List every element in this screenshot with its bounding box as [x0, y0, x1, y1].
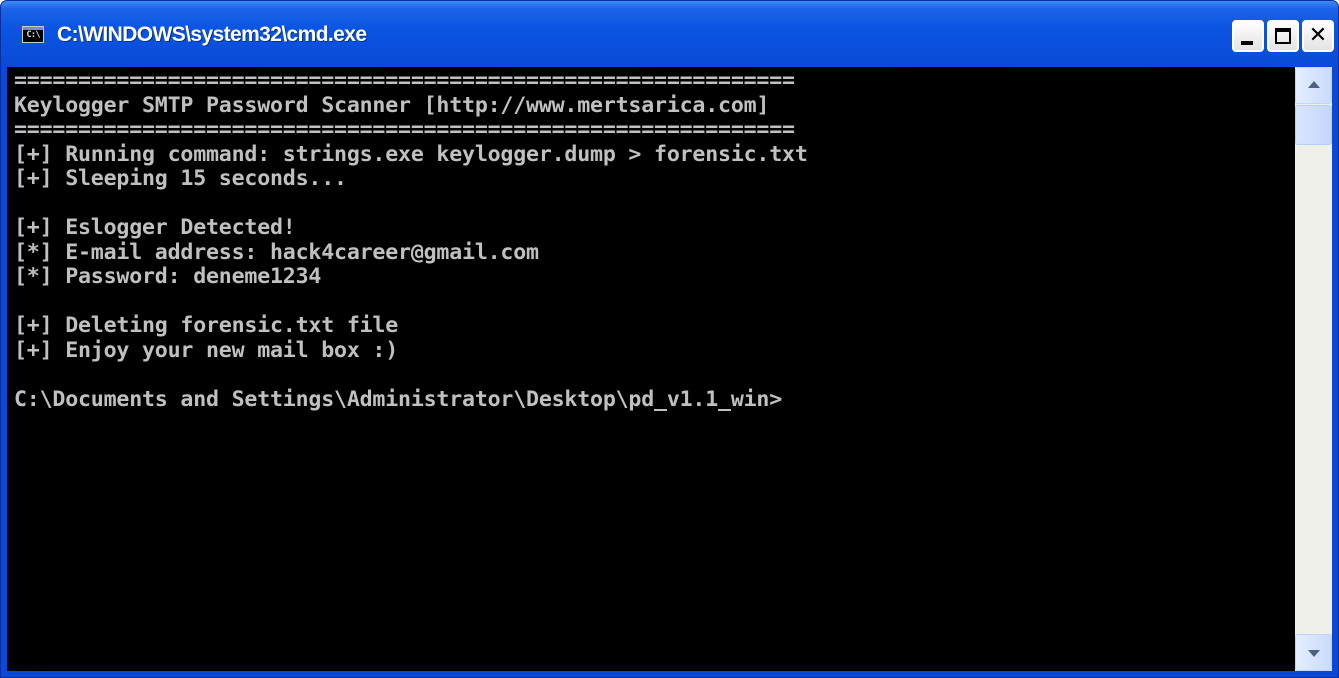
- console-line: [+] Sleeping 15 seconds...: [14, 166, 347, 191]
- console-prompt-line: C:\Documents and Settings\Administrator\…: [14, 386, 783, 412]
- close-icon: ✕: [1308, 23, 1328, 48]
- console-line: [*] E-mail address: hack4career@gmail.co…: [14, 239, 539, 265]
- console-line: Keylogger SMTP Password Scanner [http://…: [14, 92, 770, 118]
- minimize-icon: [1241, 41, 1253, 45]
- close-button[interactable]: ✕: [1302, 20, 1334, 52]
- scroll-thumb[interactable]: [1295, 105, 1332, 145]
- console-icon-text: C:\: [26, 30, 40, 40]
- console-line: ========================================…: [14, 68, 795, 93]
- vertical-scrollbar[interactable]: [1295, 67, 1332, 671]
- window-title: C:\WINDOWS\system32\cmd.exe: [57, 23, 367, 46]
- console-line: [+] Running command: strings.exe keylogg…: [14, 141, 808, 167]
- scroll-up-button[interactable]: [1295, 67, 1332, 104]
- console-icon[interactable]: C:\: [22, 26, 44, 43]
- scroll-up-arrow-icon: [1308, 81, 1320, 88]
- console-lines: ========================================…: [14, 68, 808, 412]
- console-line: ========================================…: [14, 117, 795, 142]
- console-line: [+] Eslogger Detected!: [14, 215, 296, 240]
- cmd-window: C:\ C:\WINDOWS\system32\cmd.exe ✕ ======…: [0, 0, 1339, 678]
- scroll-down-button[interactable]: [1295, 634, 1332, 671]
- scroll-down-arrow-icon: [1308, 650, 1320, 657]
- minimize-button[interactable]: [1232, 20, 1264, 52]
- console-line: [+] Enjoy your new mail box :): [14, 337, 399, 363]
- console-line: [+] Deleting forensic.txt file: [14, 313, 399, 338]
- title-bar[interactable]: C:\ C:\WINDOWS\system32\cmd.exe ✕: [1, 1, 1338, 67]
- console-output[interactable]: ========================================…: [7, 67, 1295, 671]
- maximize-button[interactable]: [1267, 20, 1299, 52]
- maximize-icon: [1275, 28, 1291, 44]
- console-line: [*] Password: deneme1234: [14, 264, 322, 289]
